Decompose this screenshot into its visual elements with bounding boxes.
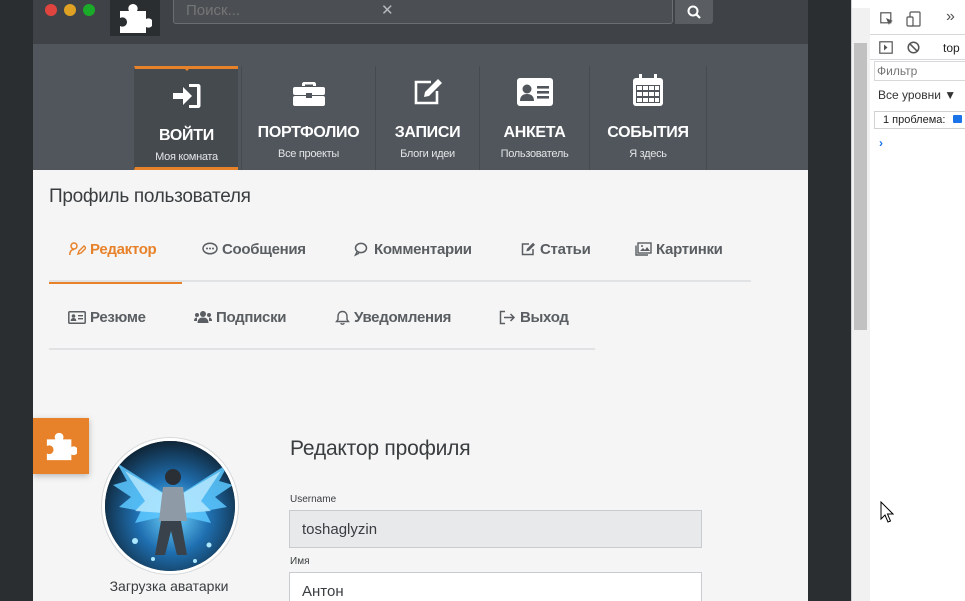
tab-label: Подписки [216, 308, 287, 326]
avatar[interactable] [102, 438, 238, 574]
calendar-icon [590, 66, 706, 108]
issues-counter[interactable]: 1 проблема: [874, 111, 965, 129]
tab-editor[interactable]: Редактор [48, 216, 183, 284]
issue-message-icon [952, 115, 962, 123]
issues-label: 1 проблема: [883, 114, 946, 126]
website-window: ✕ ВОЙТИ Моя комната [33, 0, 808, 601]
address-card-icon [68, 310, 86, 324]
nav-title: АНКЕТА [503, 124, 566, 141]
close-dot-icon[interactable] [45, 4, 57, 16]
nav-title: ЗАПИСИ [394, 124, 461, 141]
scrollbar-thumb[interactable] [854, 43, 867, 330]
users-icon [194, 311, 212, 323]
tab-resume[interactable]: Резюме [68, 284, 146, 350]
main-nav: ВОЙТИ Моя комната ПОРТФОЛИО Все проекты [33, 44, 808, 170]
user-edit-icon [69, 242, 86, 256]
site-topbar: ✕ [33, 0, 808, 44]
nav-subtitle: Пользователь [500, 148, 569, 160]
floating-puzzle-button[interactable] [33, 418, 89, 474]
search-clear-icon[interactable]: ✕ [381, 1, 394, 19]
nav-title: ВОЙТИ [159, 127, 214, 144]
edit-icon [376, 66, 479, 108]
name-label: Имя [290, 556, 310, 567]
inspect-element-icon[interactable] [880, 12, 894, 26]
nav-subtitle: Я здесь [629, 148, 667, 160]
tab-label: Картинки [656, 240, 723, 258]
name-field[interactable] [289, 572, 702, 601]
avatar-upload-label[interactable]: Загрузка аватарки [89, 578, 249, 594]
tab-label: Комментарии [374, 240, 472, 258]
avatar-image [105, 441, 235, 571]
nav-item-login[interactable]: ВОЙТИ Моя комната [134, 66, 238, 170]
sign-out-icon [499, 310, 516, 324]
maximize-dot-icon[interactable] [83, 4, 95, 16]
nav-title: СОБЫТИЯ [607, 124, 689, 141]
device-toggle-icon[interactable] [906, 11, 922, 27]
tab-messages[interactable]: Сообщения [202, 216, 306, 282]
nav-subtitle: Блоги идеи [400, 148, 455, 160]
mouse-cursor-icon [880, 501, 894, 523]
tab-label: Уведомления [354, 308, 452, 326]
tab-label: Выход [520, 308, 569, 326]
devtools-panel: » top Все уровни ▼ 1 проблема: › [851, 0, 965, 601]
sidebar-toggle-icon[interactable] [879, 41, 893, 54]
nav-title: ПОРТФОЛИО [257, 124, 360, 141]
tab-subscriptions[interactable]: Подписки [194, 284, 287, 350]
nav-subtitle: Моя комната [155, 151, 218, 163]
tab-label: Статьи [540, 240, 591, 258]
nav-subtitle: Все проекты [278, 148, 339, 160]
images-icon [635, 242, 652, 256]
nav-item-profile-card[interactable]: АНКЕТА Пользователь [479, 66, 589, 170]
comments-icon [354, 242, 368, 257]
log-levels-dropdown[interactable]: Все уровни ▼ [878, 88, 956, 102]
nav-item-posts[interactable]: ЗАПИСИ Блоги идеи [375, 66, 479, 170]
comment-dots-icon [202, 242, 218, 255]
tab-articles[interactable]: Статьи [521, 216, 591, 282]
site-logo[interactable] [110, 0, 160, 36]
sign-in-icon [135, 69, 238, 111]
editor-title: Редактор профиля [290, 437, 471, 460]
puzzle-icon [46, 432, 77, 461]
nav-item-portfolio[interactable]: ПОРТФОЛИО Все проекты [241, 66, 375, 170]
tab-label: Резюме [90, 308, 146, 326]
search-icon [687, 5, 701, 19]
devtools-toolbar: » [870, 0, 965, 35]
window-controls [45, 4, 95, 16]
bell-icon [335, 310, 350, 325]
console-prompt[interactable]: › [879, 136, 883, 150]
search-button[interactable] [675, 0, 713, 24]
minimize-dot-icon[interactable] [64, 4, 76, 16]
briefcase-icon [242, 66, 375, 108]
tab-images[interactable]: Картинки [635, 216, 723, 282]
console-filter-input[interactable] [874, 61, 965, 81]
tab-label: Редактор [90, 240, 157, 258]
context-selector[interactable]: top [943, 41, 960, 55]
active-indicator [181, 66, 192, 71]
clear-console-icon[interactable] [907, 41, 920, 54]
nav-item-events[interactable]: СОБЫТИЯ Я здесь [589, 66, 707, 170]
page-title: Профиль пользователя [49, 186, 251, 207]
tab-comments[interactable]: Комментарии [354, 216, 472, 282]
tab-notifications[interactable]: Уведомления [335, 284, 451, 350]
tab-label: Сообщения [222, 240, 306, 258]
profile-tabs-row-1: Редактор Сообщения Комментарии Статьи Ка… [48, 216, 751, 284]
more-tabs-icon[interactable]: » [946, 8, 955, 26]
page-scrollbar[interactable] [852, 8, 870, 601]
edit-icon [521, 242, 535, 256]
profile-tabs-row-2: Резюме Подписки Уведомления Выход [49, 284, 595, 350]
username-field[interactable] [289, 510, 702, 548]
puzzle-icon [120, 4, 152, 33]
id-card-icon [480, 66, 589, 108]
search-bar: ✕ [173, 0, 673, 24]
tab-logout[interactable]: Выход [499, 284, 569, 350]
username-label: Username [290, 494, 337, 505]
